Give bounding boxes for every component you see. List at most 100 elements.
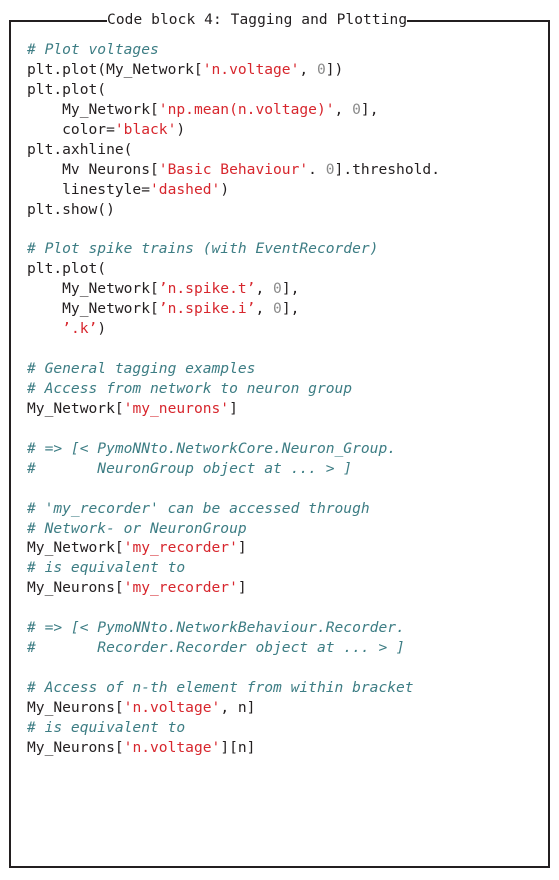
code-token-plain: ], [281,280,300,298]
code-line: # Recorder.Recorder object at ... > ] [27,638,542,658]
code-token-plain: My_Network[ [27,539,124,557]
code-token-comment: # Plot spike trains (with EventRecorder) [27,240,379,258]
code-token-comment: # is equivalent to [27,559,186,577]
code-token-plain: plt.plot( [27,80,107,98]
code-token-plain: , [255,300,274,318]
code-listing[interactable]: # Plot voltages plt.plot(My_Network['n.vo… [9,20,550,868]
code-token-string: ’n.spike.i’ [158,300,256,318]
code-line: My_Network['my_recorder'] [27,538,542,558]
code-block-caption: Code block 4: Tagging and Plotting [107,11,408,28]
code-token-number: 0 [325,160,335,178]
code-token-plain: ] [229,399,238,417]
code-token-number: 0 [273,280,282,298]
code-token-string: 'my_recorder' [123,539,238,557]
code-line: # NeuronGroup object at ... > ] [27,459,542,479]
code-token-string: 'np.mean(n.voltage)' [158,100,335,118]
code-token-plain: linestyle= [27,180,151,198]
code-line: # => [< PymoNNto.NetworkBehaviour.Record… [27,618,542,638]
code-token-comment: # Access from network to neuron group [27,379,353,397]
code-line: plt.plot(My_Network['n.voltage', 0]) [27,60,542,80]
code-token-number: 0 [273,300,282,318]
code-token-plain: My_Neurons[ [27,698,124,716]
code-token-number: 0 [352,100,361,118]
code-line: plt.plot( [27,80,542,100]
code-line: plt.axhline( [27,140,542,160]
code-token-plain: My_Network[ [27,280,159,298]
code-line: color='black') [27,120,542,140]
code-token-string: 'black' [114,120,177,138]
code-token-plain: My_Network[ [27,300,159,318]
code-line: plt.show() [27,200,542,220]
code-token-plain: My_Neurons[ [27,738,124,756]
code-token-plain: Mv Neurons[ [27,160,159,178]
code-token-plain: My_Neurons[ [27,579,124,597]
code-token-plain: ] [237,539,247,557]
code-line: My_Neurons['n.voltage', n] [27,698,542,718]
code-token-plain: ] [237,579,247,597]
code-token-plain: plt.plot(My_Network[ [27,60,203,78]
code-token-plain: ) [176,120,186,138]
code-token-plain: plt.show() [27,200,115,218]
code-line: # Access from network to neuron group [27,379,542,399]
code-token-string: ’.k’ [62,320,98,338]
code-token-plain: color= [27,120,115,138]
code-block-caption-row: Code block 4: Tagging and Plotting [9,12,550,30]
code-token-string: 'Basic Behaviour' [158,160,309,178]
code-token-plain: ]) [325,60,344,78]
code-token-comment: # NeuronGroup object at ... > ] [27,459,353,477]
code-line: Mv Neurons['Basic Behaviour'. 0].thresho… [27,160,542,180]
code-line: # Plot spike trains (with EventRecorder) [27,239,542,259]
code-token-string: 'my_recorder' [123,579,238,597]
code-token-plain: ], [281,300,300,318]
code-line: My_Neurons['my_recorder'] [27,578,542,598]
code-token-plain: , [334,100,353,118]
code-token-plain: , n] [220,698,256,716]
code-token-string: 'n.voltage' [123,698,221,716]
code-line: plt.plot( [27,259,542,279]
code-line: My_Neurons['n.voltage'][n] [27,738,542,758]
code-token-string: ’n.spike.t’ [158,280,256,298]
caption-rule-right [407,20,550,22]
code-token-plain: ].threshold. [334,160,440,178]
code-line: ’.k’) [27,319,542,339]
code-token-plain: . [308,160,326,178]
code-line: linestyle='dashed') [27,180,542,200]
code-line: # => [< PymoNNto.NetworkCore.Neuron_Grou… [27,439,542,459]
code-line: My_Network[’n.spike.i’, 0], [27,299,542,319]
code-token-plain: My_Network[ [27,399,124,417]
code-token-string: 'n.voltage' [123,738,221,756]
code-token-plain: ], [360,100,379,118]
code-token-comment: # Recorder.Recorder object at ... > ] [27,639,405,657]
caption-rule-left [9,20,107,22]
code-line: # is equivalent to [27,558,542,578]
code-token-string: 'dashed' [150,180,221,198]
code-token-plain: , [255,280,274,298]
code-token-plain: plt.axhline( [27,140,133,158]
code-line: # is equivalent to [27,718,542,738]
code-line: My_Network[’n.spike.t’, 0], [27,279,542,299]
code-token-comment: # Plot voltages [27,41,159,58]
code-token-comment: # Network- or NeuronGroup [27,519,247,537]
code-token-plain: plt.plot( [27,260,107,278]
code-token-plain: ][n] [220,738,256,756]
code-line: # General tagging examples [27,359,542,379]
code-block-figure: Code block 4: Tagging and Plotting # Plo… [0,0,559,880]
code-token-string: 'n.voltage' [202,60,300,78]
code-line: My_Network['np.mean(n.voltage)', 0], [27,100,542,120]
code-line: # Access of n-th element from within bra… [27,678,542,698]
code-token-comment: # General tagging examples [27,360,256,377]
code-token-comment: # 'my_recorder' can be accessed through [27,499,370,517]
code-token-comment: # is equivalent to [27,718,186,736]
code-line: # 'my_recorder' can be accessed through [27,499,542,519]
code-line: # Plot voltages [27,40,542,60]
code-line: My_Network['my_neurons'] [27,399,542,419]
code-token-comment: # Access of n-th element from within bra… [27,679,414,696]
code-token-plain: ) [220,180,230,198]
